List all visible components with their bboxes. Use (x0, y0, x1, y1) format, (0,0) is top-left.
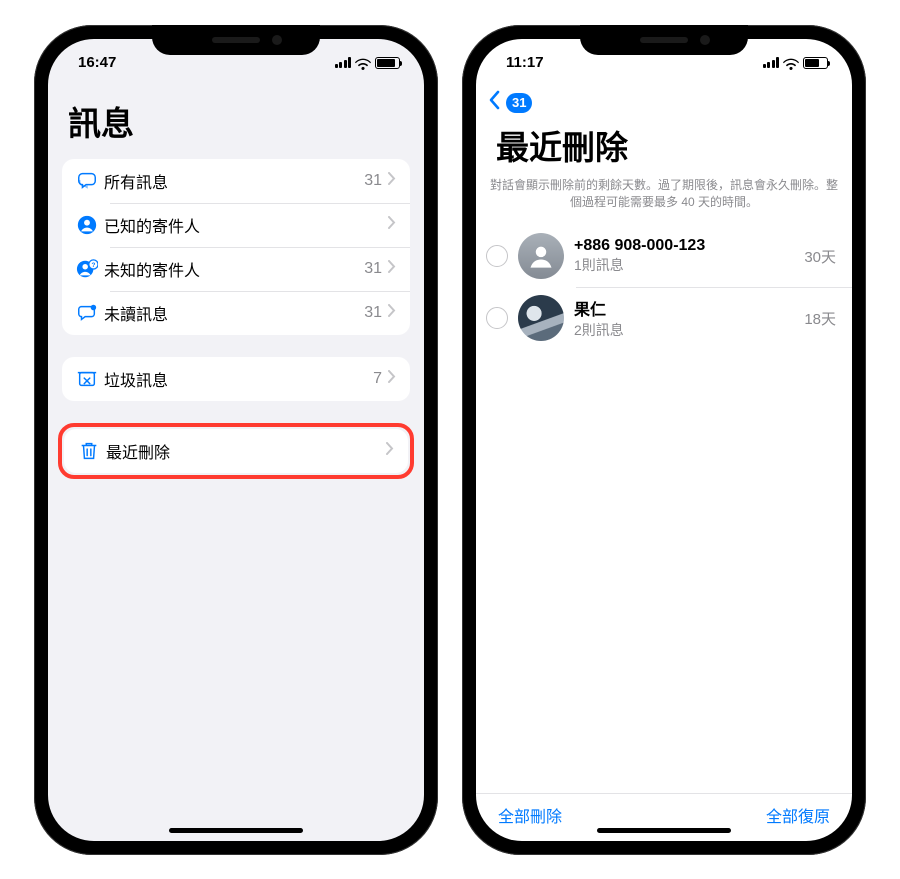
page-title: 訊息 (48, 87, 424, 159)
message-count: 1則訊息 (574, 255, 794, 275)
row-label: 最近刪除 (106, 439, 380, 463)
home-indicator[interactable] (597, 828, 731, 833)
bottom-toolbar: 全部刪除 全部復原 (476, 793, 852, 841)
cellular-icon (335, 57, 352, 68)
status-time: 11:17 (506, 54, 544, 71)
cellular-icon (763, 57, 780, 68)
phone-right: 11:17 31 最近刪除 對話會顯示刪除前的剩餘天數。過了期限後，訊息會永久刪… (462, 25, 866, 855)
bubbles-icon (76, 170, 104, 192)
chevron-right-icon (388, 304, 396, 322)
svg-text:?: ? (91, 262, 95, 269)
chevron-right-icon (388, 216, 396, 234)
row-label: 垃圾訊息 (104, 367, 373, 391)
person-question-icon: ? (76, 258, 104, 280)
wifi-icon (355, 57, 371, 69)
back-badge[interactable]: 31 (506, 93, 532, 113)
contact-name: 果仁 (574, 296, 794, 320)
wifi-icon (783, 57, 799, 69)
contact-name: +886 908-000-123 (574, 237, 794, 255)
row-count: 31 (364, 260, 382, 278)
filter-recently-deleted[interactable]: 最近刪除 (64, 429, 408, 473)
filter-unread[interactable]: 未讀訊息 31 (62, 291, 410, 335)
battery-icon (803, 57, 828, 69)
chevron-right-icon (388, 172, 396, 190)
status-time: 16:47 (78, 54, 116, 71)
deleted-list: +886 908-000-123 1則訊息 30天 果仁 2則訊息 18天 (476, 225, 852, 792)
bubble-dot-icon (76, 302, 104, 324)
notch (580, 25, 748, 55)
filter-unknown-senders[interactable]: ? 未知的寄件人 31 (62, 247, 410, 291)
select-radio[interactable] (486, 307, 508, 329)
highlight-box: 最近刪除 (58, 423, 414, 479)
chevron-right-icon (388, 260, 396, 278)
filter-group: 所有訊息 31 已知的寄件人 ? 未知的寄件人 31 (62, 159, 410, 335)
phone-left: 16:47 訊息 所有訊息 31 已知的寄件人 (34, 25, 438, 855)
row-count: 31 (364, 304, 382, 322)
page-title: 最近刪除 (476, 117, 852, 177)
deleted-item[interactable]: 果仁 2則訊息 18天 (476, 287, 852, 349)
row-label: 未知的寄件人 (104, 257, 364, 281)
message-count: 2則訊息 (574, 320, 794, 340)
chevron-right-icon (388, 370, 396, 388)
home-indicator[interactable] (169, 828, 303, 833)
junk-icon (76, 368, 104, 390)
battery-icon (375, 57, 400, 69)
person-icon (76, 214, 104, 236)
filter-junk[interactable]: 垃圾訊息 7 (62, 357, 410, 401)
back-button[interactable] (488, 90, 500, 115)
recover-all-button[interactable]: 全部復原 (766, 803, 830, 827)
trash-icon (78, 440, 106, 462)
avatar (518, 233, 564, 279)
row-count: 7 (373, 370, 382, 388)
select-radio[interactable] (486, 245, 508, 267)
delete-all-button[interactable]: 全部刪除 (498, 803, 562, 827)
notch (152, 25, 320, 55)
description-text: 對話會顯示刪除前的剩餘天數。過了期限後，訊息會永久刪除。整個過程可能需要最多 4… (476, 177, 852, 226)
row-count: 31 (364, 172, 382, 190)
avatar (518, 295, 564, 341)
row-label: 已知的寄件人 (104, 213, 382, 237)
row-label: 所有訊息 (104, 169, 364, 193)
junk-group: 垃圾訊息 7 (62, 357, 410, 401)
filter-all-messages[interactable]: 所有訊息 31 (62, 159, 410, 203)
filter-known-senders[interactable]: 已知的寄件人 (62, 203, 410, 247)
row-label: 未讀訊息 (104, 301, 364, 325)
deleted-item[interactable]: +886 908-000-123 1則訊息 30天 (476, 225, 852, 287)
days-remaining: 30天 (804, 246, 836, 267)
chevron-right-icon (386, 442, 394, 460)
days-remaining: 18天 (804, 308, 836, 329)
